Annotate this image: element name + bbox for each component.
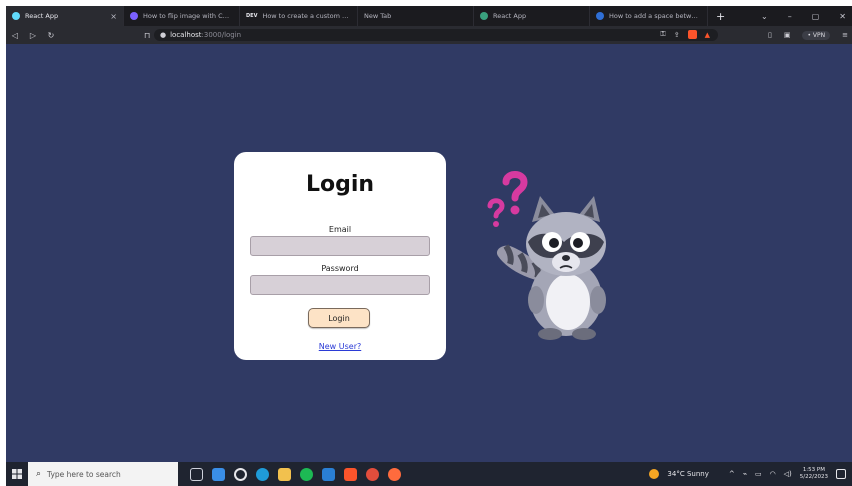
system-tray: 34°C Sunny ^ ⌁ ▭ ◠ ◁) 1:53 PM 5/22/2023 (649, 467, 852, 481)
app-icon[interactable] (388, 467, 401, 481)
new-tab-button[interactable]: + (708, 6, 733, 26)
file-explorer-icon[interactable] (278, 467, 291, 481)
toolbar-right: ▯ ▣ • VPN ≡ (768, 26, 852, 44)
key-icon[interactable]: ⚿ (660, 30, 665, 39)
email-field[interactable] (250, 236, 430, 256)
site-icon (130, 12, 138, 20)
site-icon (596, 12, 604, 20)
bookmark-icon[interactable]: ⊓ (144, 31, 150, 40)
page-title: Login (305, 172, 375, 197)
vscode-icon[interactable] (322, 467, 335, 481)
chevron-down-icon[interactable]: ⌄ (761, 12, 768, 21)
brave-icon[interactable] (344, 467, 357, 481)
new-user-link[interactable]: New User? (234, 342, 446, 351)
site-icon (480, 12, 488, 20)
brave-shield-icon[interactable] (687, 30, 697, 39)
close-window-button[interactable]: ✕ (839, 12, 846, 21)
window-controls: ⌄ – ▢ ✕ (761, 6, 852, 26)
share-icon[interactable]: ⇪ (674, 31, 680, 39)
site-info-icon[interactable]: ● (160, 31, 166, 39)
url-actions: ⚿ ⇪ ▲ (660, 30, 710, 39)
pinned-apps (190, 467, 401, 481)
notification-icon[interactable] (836, 469, 846, 479)
url-field[interactable]: ● localhost:3000/login ⚿ ⇪ ▲ (154, 29, 718, 41)
react-icon (12, 12, 20, 20)
sun-icon (649, 469, 660, 479)
forward-icon[interactable]: ▷ (24, 31, 42, 40)
password-field[interactable] (250, 275, 430, 295)
volume-icon[interactable]: ◁) (784, 470, 792, 478)
password-label: Password (321, 264, 359, 273)
dev-logo-icon: DEV (246, 13, 258, 19)
close-tab-icon[interactable]: × (110, 12, 117, 21)
search-icon: ⌕ (36, 469, 42, 479)
email-label: Email (328, 225, 352, 234)
minimize-button[interactable]: – (788, 12, 792, 21)
clock[interactable]: 1:53 PM 5/22/2023 (800, 467, 828, 481)
sidebar-icon[interactable]: ▯ (768, 31, 772, 39)
address-bar-row: ◁ ▷ ↻ ⊓ ● localhost:3000/login ⚿ ⇪ ▲ ▯ ▣… (6, 26, 852, 44)
edge-icon[interactable] (256, 467, 269, 481)
back-icon[interactable]: ◁ (6, 31, 24, 40)
tab-flip-image[interactable]: How to flip image with CSS? · St (124, 6, 240, 26)
wifi-icon[interactable]: ◠ (770, 470, 776, 478)
question-mark-icon (487, 198, 505, 227)
vpn-button[interactable]: • VPN (802, 30, 831, 40)
battery-icon[interactable]: ▭ (755, 470, 762, 478)
tab-custom-file-upload[interactable]: DEV How to create a custom file uplo (240, 6, 358, 26)
reload-icon[interactable]: ↻ (42, 31, 60, 40)
network-icon[interactable]: ⌁ (743, 470, 747, 478)
confused-raccoon-illustration (487, 171, 606, 340)
tab-bar: React App × How to flip image with CSS? … (6, 6, 852, 26)
brave-rewards-icon[interactable]: ▲ (705, 31, 710, 39)
task-view-icon[interactable] (190, 467, 203, 481)
tab-new-tab[interactable]: New Tab (358, 6, 474, 26)
question-mark-icon (502, 171, 528, 215)
chrome-icon[interactable] (366, 467, 379, 481)
restore-button[interactable]: ▢ (812, 12, 820, 21)
wallet-icon[interactable]: ▣ (784, 31, 791, 39)
windows-taskbar: ⌕ Type here to search 34°C Sunny ^ ⌁ ▭ ◠… (6, 462, 852, 486)
store-icon[interactable] (212, 467, 225, 481)
login-button[interactable]: Login (308, 308, 370, 328)
chevron-up-icon[interactable]: ^ (729, 470, 735, 478)
browser-window: React App × How to flip image with CSS? … (6, 6, 852, 486)
cortana-icon[interactable] (234, 467, 247, 481)
spotify-icon[interactable] (300, 467, 313, 481)
tab-react-app[interactable]: React App × (6, 6, 124, 26)
login-card: Login Email Password Login New User? (234, 152, 446, 360)
menu-icon[interactable]: ≡ (842, 31, 848, 39)
windows-logo-icon (12, 469, 22, 479)
tab-add-space[interactable]: How to add a space between the (590, 6, 708, 26)
tab-react-app-2[interactable]: React App (474, 6, 590, 26)
taskbar-search-input[interactable]: ⌕ Type here to search (28, 462, 178, 486)
start-button[interactable] (6, 469, 28, 479)
weather-widget[interactable]: 34°C Sunny (667, 470, 708, 478)
